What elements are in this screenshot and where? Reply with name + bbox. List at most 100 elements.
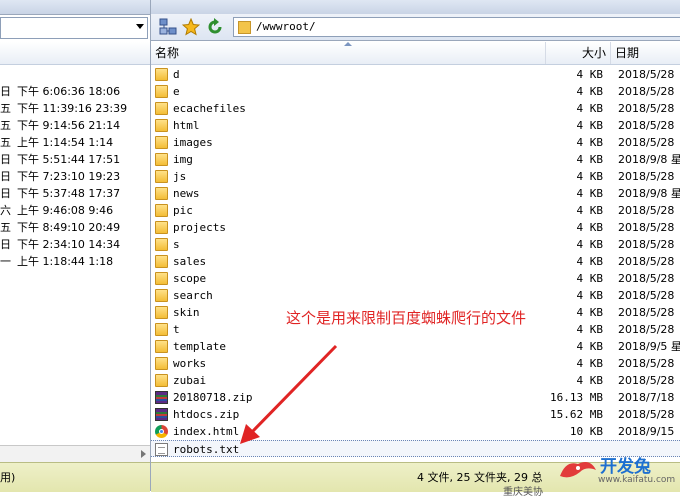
local-file-row[interactable]: 五下午 9:14:56 21:14 [0, 117, 120, 134]
remote-file-row[interactable]: js 4 KB 2018/5/28 [151, 168, 680, 185]
file-size: 16.13 MB [550, 391, 603, 404]
file-date: 2018/5/28 [618, 102, 675, 115]
remote-file-row[interactable]: ecachefiles 4 KB 2018/5/28 [151, 100, 680, 117]
local-file-row[interactable]: 日下午 7:23:10 19:23 [0, 168, 120, 185]
local-file-row[interactable]: 一上午 1:18:44 1:18 [0, 253, 113, 270]
remote-file-row[interactable]: 20180718.zip 16.13 MB 2018/7/18 [151, 389, 680, 406]
file-date: 2018/5/28 [618, 85, 675, 98]
file-name: index.html [173, 425, 240, 438]
local-status-text: 用) [0, 471, 16, 484]
file-name: works [173, 357, 207, 370]
folder-icon [155, 340, 168, 353]
file-size: 4 KB [576, 272, 604, 285]
star-icon[interactable] [182, 18, 200, 36]
file-date: 2018/7/18 [618, 391, 675, 404]
folder-icon [155, 306, 168, 319]
network-icon[interactable] [159, 18, 177, 36]
file-date: 2018/5/28 [618, 170, 675, 183]
local-file-time: 下午 2:34:10 14:34 [17, 238, 121, 251]
local-file-day: 五 [0, 221, 11, 234]
file-name: skin [173, 306, 200, 319]
file-size: 4 KB [576, 170, 604, 183]
local-file-row[interactable]: 日下午 6:06:36 18:06 [0, 83, 120, 100]
file-date: 2018/5/28 [618, 221, 675, 234]
local-file-time: 下午 6:06:36 18:06 [17, 85, 121, 98]
file-name: sales [173, 255, 207, 268]
folder-icon [155, 323, 168, 336]
file-date: 2018/5/28 [618, 289, 675, 302]
chrome-icon [155, 425, 168, 438]
remote-file-row[interactable]: pic 4 KB 2018/5/28 [151, 202, 680, 219]
refresh-icon[interactable] [206, 18, 224, 36]
folder-icon [155, 119, 168, 132]
folder-icon [155, 204, 168, 217]
file-date: 2018/5/28 [618, 68, 675, 81]
remote-file-row[interactable]: sales 4 KB 2018/5/28 [151, 253, 680, 270]
folder-icon [155, 153, 168, 166]
remote-file-row[interactable]: works 4 KB 2018/5/28 [151, 355, 680, 372]
local-file-time: 下午 8:49:10 20:49 [17, 221, 121, 234]
local-file-row[interactable]: 五上午 1:14:54 1:14 [0, 134, 113, 151]
local-file-time: 下午 5:37:48 17:37 [17, 187, 121, 200]
remote-file-row[interactable]: template 4 KB 2018/9/5 星 [151, 338, 680, 355]
zip-archive-icon [155, 391, 168, 404]
local-drive-select[interactable] [0, 17, 148, 39]
file-date: 2018/5/28 [618, 204, 675, 217]
remote-file-row[interactable]: d 4 KB 2018/5/28 [151, 66, 680, 83]
column-header-date[interactable]: 日期 [611, 42, 680, 64]
remote-file-row[interactable]: scope 4 KB 2018/5/28 [151, 270, 680, 287]
remote-file-row[interactable]: img 4 KB 2018/9/8 星 [151, 151, 680, 168]
folder-icon [155, 238, 168, 251]
local-file-time: 下午 9:14:56 21:14 [17, 119, 121, 132]
file-name: search [173, 289, 213, 302]
remote-path-input[interactable]: /wwwroot/ [233, 17, 680, 37]
file-size: 4 KB [576, 289, 604, 302]
remote-file-row[interactable]: e 4 KB 2018/5/28 [151, 83, 680, 100]
file-date: 2018/5/28 [618, 408, 675, 421]
file-name: html [173, 119, 200, 132]
file-name: robots.txt [173, 443, 240, 456]
local-file-row[interactable]: 六上午 9:46:08 9:46 [0, 202, 113, 219]
file-size: 4 KB [576, 187, 604, 200]
file-date: 2018/5/28 [618, 323, 675, 336]
file-name: img [173, 153, 193, 166]
remote-file-row[interactable]: images 4 KB 2018/5/28 [151, 134, 680, 151]
remote-file-row[interactable]: htdocs.zip 15.62 MB 2018/5/28 [151, 406, 680, 423]
remote-file-row[interactable]: search 4 KB 2018/5/28 [151, 287, 680, 304]
file-name: template [173, 340, 226, 353]
remote-file-row[interactable]: html 4 KB 2018/5/28 [151, 117, 680, 134]
local-file-day: 六 [0, 204, 11, 217]
watermark-logo: 开发兔 www.kaifatu.com [556, 450, 680, 491]
local-file-time: 下午 7:23:10 19:23 [17, 170, 121, 183]
local-file-row[interactable]: 五下午 11:39:16 23:39 [0, 100, 127, 117]
local-file-row[interactable]: 日下午 5:51:44 17:51 [0, 151, 120, 168]
file-name: scope [173, 272, 207, 285]
file-size: 10 KB [569, 425, 603, 438]
annotation-text: 这个是用来限制百度蜘蛛爬行的文件 [286, 309, 527, 327]
local-file-day: 日 [0, 238, 11, 251]
file-date: 2018/9/5 星 [618, 340, 680, 353]
remote-file-row[interactable]: zubai 4 KB 2018/5/28 [151, 372, 680, 389]
folder-icon [155, 255, 168, 268]
remote-file-row[interactable]: s 4 KB 2018/5/28 [151, 236, 680, 253]
scroll-right-icon[interactable] [141, 450, 146, 458]
remote-file-row[interactable]: news 4 KB 2018/9/8 星 [151, 185, 680, 202]
local-file-row[interactable]: 日下午 2:34:10 14:34 [0, 236, 120, 253]
remote-file-row[interactable]: projects 4 KB 2018/5/28 [151, 219, 680, 236]
local-file-time: 上午 1:18:44 1:18 [17, 255, 114, 268]
chevron-down-icon[interactable] [136, 24, 144, 29]
folder-icon [155, 102, 168, 115]
file-name: projects [173, 221, 226, 234]
sort-ascending-icon [344, 42, 352, 46]
local-column-header [0, 42, 150, 65]
horizontal-scrollbar[interactable] [0, 445, 150, 462]
local-file-row[interactable]: 日下午 5:37:48 17:37 [0, 185, 120, 202]
file-size: 4 KB [576, 357, 604, 370]
remote-file-row[interactable]: index.html 10 KB 2018/9/15 [151, 423, 680, 440]
file-name: ecachefiles [173, 102, 246, 115]
local-file-row[interactable]: 五下午 8:49:10 20:49 [0, 219, 120, 236]
file-date: 2018/9/8 星 [618, 187, 680, 200]
column-header-size[interactable]: 大小 [546, 42, 611, 64]
text-file-icon [155, 443, 168, 456]
file-date: 2018/5/28 [618, 136, 675, 149]
